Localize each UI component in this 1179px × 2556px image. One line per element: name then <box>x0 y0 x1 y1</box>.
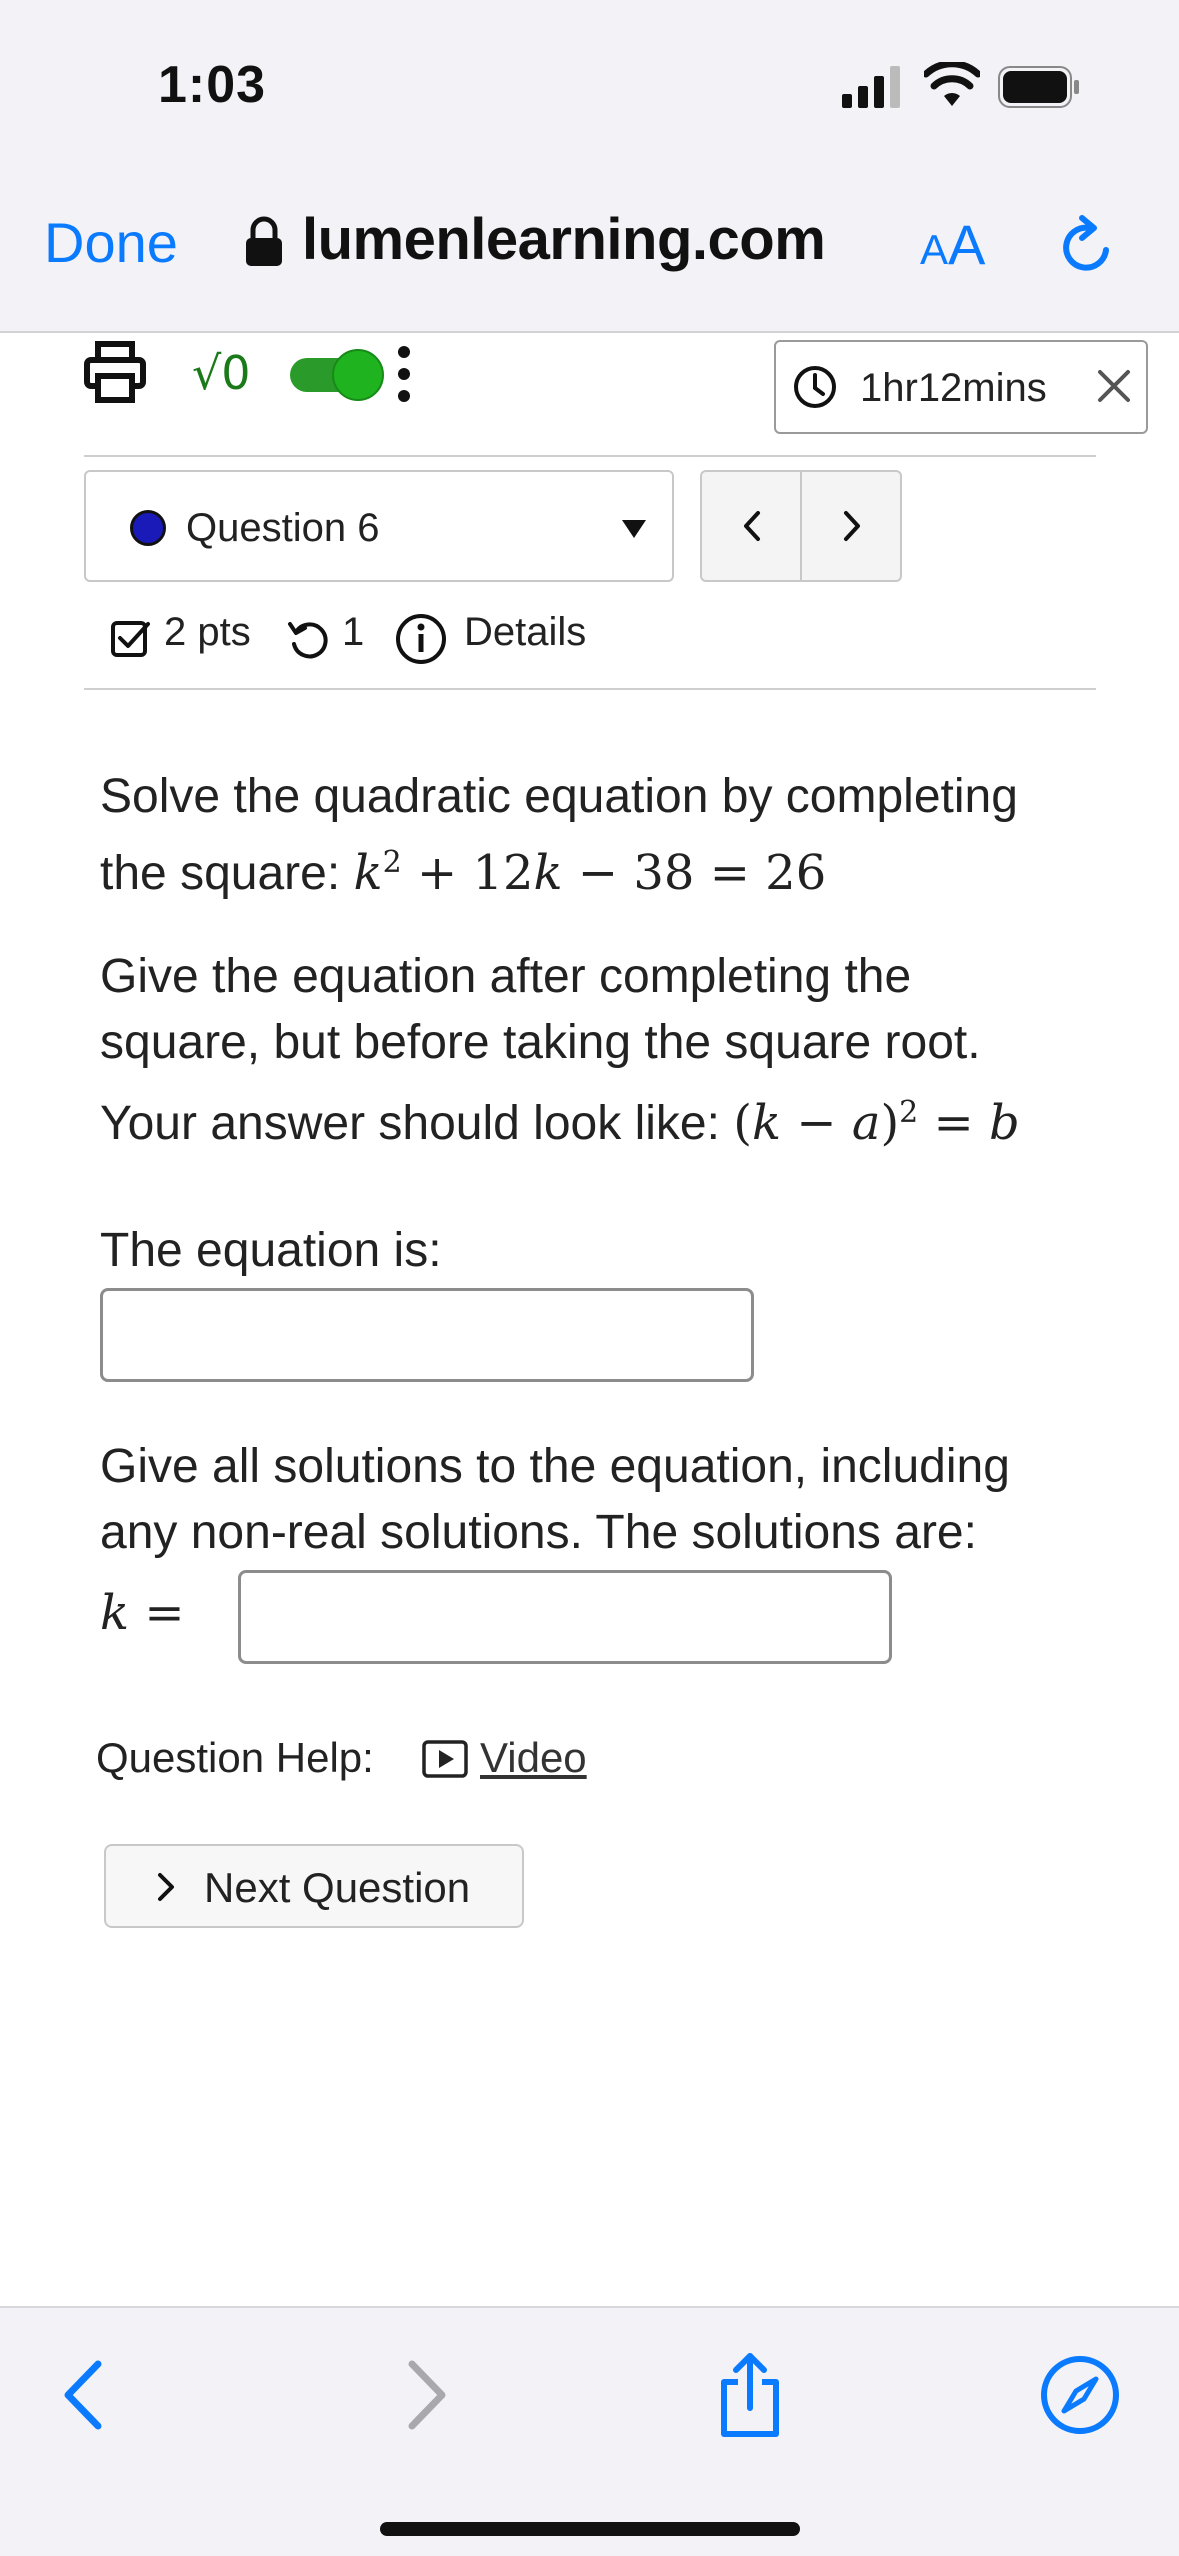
caret-down-icon <box>622 520 646 538</box>
toggle-knob <box>332 349 384 401</box>
question-select-label: Question 6 <box>186 506 380 550</box>
url-text[interactable]: lumenlearning.com <box>302 206 826 273</box>
clock-icon <box>794 366 836 408</box>
equation-prompt: The equation is: <box>100 1224 442 1277</box>
wifi-icon <box>924 62 980 106</box>
solutions-line2: any non-real solutions. The solutions ar… <box>100 1506 977 1559</box>
battery-icon <box>998 66 1079 108</box>
timer-text: 1hr12mins <box>860 366 1047 410</box>
close-icon[interactable] <box>1094 364 1134 408</box>
lock-icon <box>246 216 282 266</box>
divider <box>84 688 1096 690</box>
question-select[interactable]: Question 6 <box>84 470 674 582</box>
solutions-line1: Give all solutions to the equation, incl… <box>100 1440 1010 1493</box>
done-button[interactable]: Done <box>44 210 178 275</box>
chevron-right-icon <box>844 511 860 541</box>
video-link[interactable]: Video <box>480 1734 587 1782</box>
chevron-right-icon <box>158 1873 174 1901</box>
points-text: 2 pts <box>164 610 251 654</box>
equation-input[interactable] <box>100 1288 754 1382</box>
solutions-input[interactable] <box>238 1570 892 1664</box>
question-intro-line1: Solve the quadratic equation by completi… <box>100 770 1018 823</box>
question-intro-line2: the square: k2 + 12k − 38 = 26 <box>100 845 827 901</box>
previous-question-button[interactable] <box>702 472 802 580</box>
divider <box>84 455 1096 457</box>
video-icon[interactable] <box>422 1740 468 1778</box>
print-icon[interactable] <box>84 340 146 404</box>
more-options-icon[interactable] <box>392 340 416 410</box>
attempts-text: 1 <box>342 610 365 654</box>
next-question-button[interactable]: Next Question <box>104 1844 524 1928</box>
status-bar: 1:03 <box>0 0 1179 170</box>
forward-icon[interactable] <box>384 2352 464 2438</box>
next-question-arrow-button[interactable] <box>802 472 902 580</box>
question-pager <box>700 470 902 582</box>
compass-icon[interactable] <box>1040 2352 1120 2438</box>
browser-address-bar: Done lumenlearning.com AA <box>0 170 1179 333</box>
chevron-left-icon <box>744 511 760 541</box>
status-time: 1:03 <box>158 56 267 114</box>
browser-bottom-toolbar <box>0 2306 1179 2556</box>
k-label: k = <box>100 1585 185 1641</box>
next-question-label: Next Question <box>204 1864 471 1911</box>
reload-icon[interactable] <box>1052 212 1122 282</box>
timer-box: 1hr12mins <box>774 340 1148 434</box>
question-status-dot <box>130 510 166 546</box>
sqrt-icon: √0 <box>192 346 251 400</box>
share-icon[interactable] <box>710 2352 790 2438</box>
question-help-label: Question Help: <box>96 1734 374 1781</box>
cellular-signal-icon <box>842 66 900 108</box>
question-meta: 2 pts 1 Details <box>110 610 1010 680</box>
assessment-toolbar: √0 1hr12mins <box>84 340 1154 440</box>
checkbox-icon <box>111 621 150 657</box>
retry-icon <box>288 622 328 659</box>
instruction-line2: square, but before taking the square roo… <box>100 1016 981 1069</box>
back-icon[interactable] <box>46 2352 126 2438</box>
given-equation: k2 + 12k − 38 = 26 <box>353 845 827 901</box>
answer-format: (k − a)2 = b <box>733 1095 1020 1151</box>
text-size-button[interactable]: AA <box>920 212 985 277</box>
home-indicator <box>380 2522 800 2536</box>
instruction-line1: Give the equation after completing the <box>100 950 912 1003</box>
details-link[interactable]: Details <box>464 610 586 655</box>
instruction-line3: Your answer should look like: (k − a)2 =… <box>100 1095 1020 1151</box>
info-icon[interactable] <box>394 612 448 666</box>
